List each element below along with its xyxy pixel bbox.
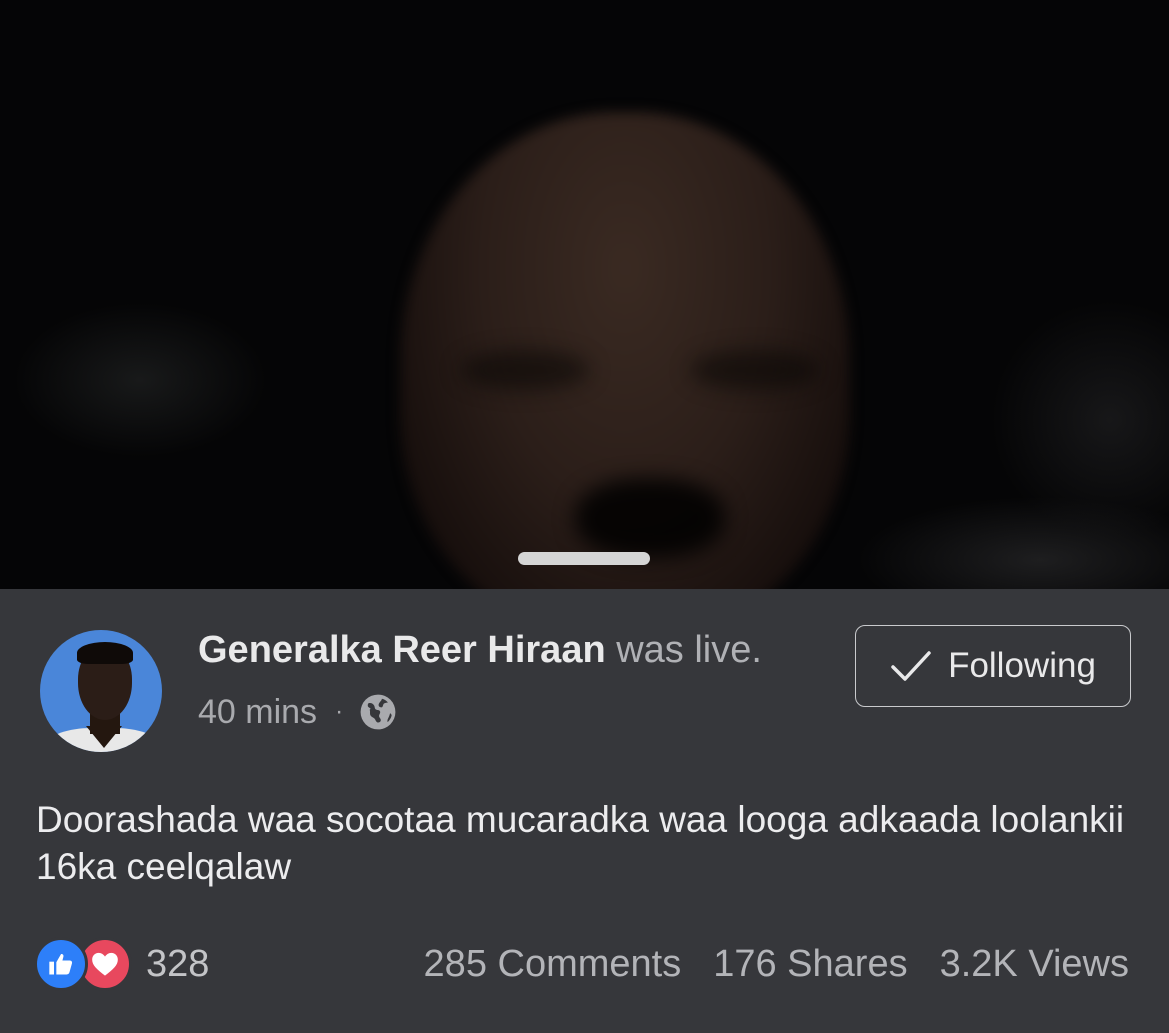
- following-label: Following: [948, 646, 1096, 685]
- globe-icon: [360, 694, 396, 730]
- reaction-count: 328: [146, 942, 210, 985]
- following-button[interactable]: Following: [855, 625, 1131, 707]
- author-line: Generalka Reer Hiraan was live.: [198, 627, 762, 673]
- author-name[interactable]: Generalka Reer Hiraan: [198, 629, 606, 671]
- avatar[interactable]: [40, 630, 162, 752]
- comments-count[interactable]: 285 Comments: [424, 943, 682, 986]
- like-icon: [34, 937, 88, 991]
- views-count: 3.2K Views: [939, 942, 1129, 985]
- video-shadow-mouth: [575, 478, 725, 558]
- engagement-stats: 285 Comments 176 Shares 3.2K Views: [424, 938, 1129, 990]
- grab-handle[interactable]: [518, 552, 650, 565]
- checkmark-icon: [891, 651, 931, 681]
- avatar-hair: [77, 642, 133, 664]
- video-player[interactable]: [0, 0, 1169, 589]
- reactions-summary[interactable]: 328: [34, 937, 210, 991]
- post-meta: 40 mins ·: [198, 690, 397, 734]
- author-status: was live.: [605, 629, 762, 671]
- live-video-post: Generalka Reer Hiraan was live. 40 mins …: [0, 0, 1169, 1033]
- video-shadow-left: [460, 350, 590, 390]
- post-caption: Doorashada waa socotaa mucaradka waa loo…: [36, 799, 1125, 887]
- video-shadow-right: [690, 350, 820, 390]
- shares-count[interactable]: 176 Shares: [713, 943, 907, 986]
- meta-separator: ·: [335, 698, 344, 725]
- post-time[interactable]: 40 mins: [198, 693, 317, 732]
